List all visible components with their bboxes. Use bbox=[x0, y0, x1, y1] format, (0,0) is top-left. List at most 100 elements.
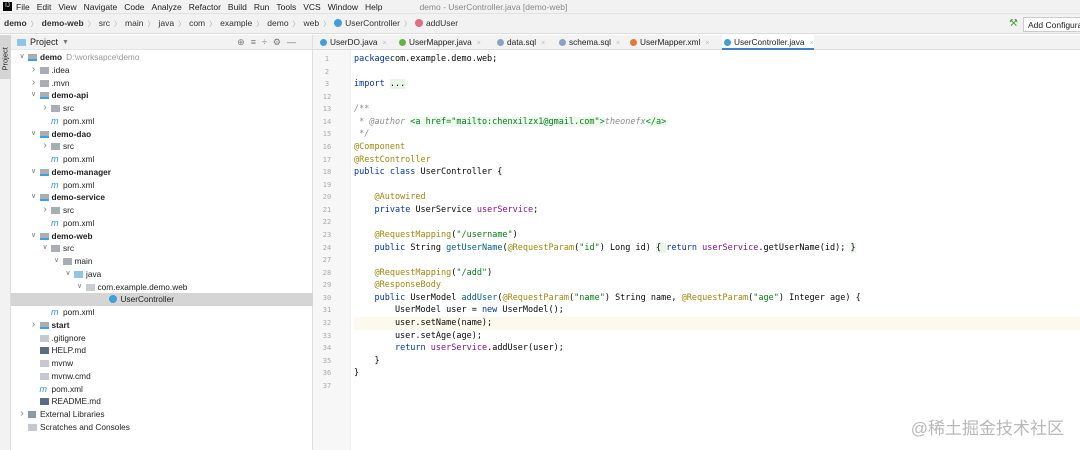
tab-usermapper-java[interactable]: UserMapper.java × bbox=[397, 35, 481, 50]
chevron-right-icon[interactable]: › bbox=[41, 204, 49, 217]
code-line[interactable]: } bbox=[354, 367, 1080, 380]
expand-all-icon[interactable]: ≡ bbox=[251, 37, 262, 47]
close-icon[interactable]: × bbox=[705, 40, 709, 47]
tree-item[interactable]: m pom.xml bbox=[11, 153, 313, 166]
tab-usermapper-xml[interactable]: UserMapper.xml × bbox=[628, 35, 710, 50]
tree-item[interactable]: HELP.md bbox=[11, 344, 313, 357]
chevron-down-icon[interactable]: ∨ bbox=[30, 89, 38, 102]
code-line[interactable]: public class UserController { bbox=[354, 166, 1080, 179]
menu-navigate[interactable]: Navigate bbox=[84, 2, 118, 12]
chevron-down-icon[interactable]: ∨ bbox=[64, 268, 72, 281]
project-tool-window-tab[interactable]: Project bbox=[0, 35, 11, 79]
code-line[interactable] bbox=[354, 380, 1080, 393]
code-line[interactable]: /** bbox=[354, 103, 1080, 116]
code-line[interactable]: public UserModel addUser(@RequestParam("… bbox=[354, 292, 1080, 305]
gear-icon[interactable]: ⚙ bbox=[273, 37, 287, 47]
tree-item[interactable]: › start bbox=[11, 319, 313, 332]
tab-data-sql[interactable]: data.sql × bbox=[495, 35, 545, 50]
tree-item[interactable]: UserController bbox=[11, 293, 313, 307]
tree-item[interactable]: › .mvn bbox=[11, 77, 313, 90]
tree-item[interactable]: › .idea bbox=[11, 64, 313, 77]
code-line[interactable]: import ... bbox=[354, 78, 1080, 91]
chevron-down-icon[interactable]: ∨ bbox=[18, 51, 26, 64]
code-line[interactable]: @RestController bbox=[354, 154, 1080, 167]
code-line[interactable]: public String getUserName(@RequestParam(… bbox=[354, 242, 1080, 255]
code-line[interactable]: @Component bbox=[354, 141, 1080, 154]
menu-vcs[interactable]: VCS bbox=[303, 2, 320, 12]
tree-item[interactable]: › src bbox=[11, 204, 313, 217]
tree-item[interactable]: › src bbox=[11, 140, 313, 153]
tree-item[interactable]: mvnw bbox=[11, 357, 313, 370]
project-view-dropdown[interactable]: Project bbox=[30, 37, 58, 47]
menu-help[interactable]: Help bbox=[365, 2, 382, 12]
add-configuration-button[interactable]: Add Configuration... bbox=[1023, 17, 1080, 32]
chevron-down-icon[interactable]: ∨ bbox=[30, 166, 38, 179]
code-line[interactable]: UserModel user = new UserModel(); bbox=[354, 304, 1080, 317]
tree-item[interactable]: README.md bbox=[11, 395, 313, 408]
code-line[interactable]: user.setName(name); bbox=[354, 316, 1080, 330]
collapse-all-icon[interactable]: ÷ bbox=[262, 37, 273, 47]
breadcrumb-item[interactable]: java bbox=[158, 18, 174, 28]
code-line[interactable]: return userService.addUser(user); bbox=[354, 342, 1080, 355]
tree-item[interactable]: m pom.xml bbox=[11, 115, 313, 128]
breadcrumb-item[interactable]: main bbox=[125, 18, 143, 28]
chevron-right-icon[interactable]: › bbox=[41, 102, 49, 115]
tree-item[interactable]: ∨ demo-service bbox=[11, 191, 313, 204]
breadcrumb-item[interactable]: example bbox=[220, 18, 252, 28]
menu-window[interactable]: Window bbox=[328, 2, 358, 12]
breadcrumb-item[interactable]: demo-web bbox=[42, 18, 84, 28]
tree-item[interactable]: Scratches and Consoles bbox=[11, 421, 313, 434]
menu-build[interactable]: Build bbox=[228, 2, 247, 12]
tab-usercontroller-java[interactable]: UserController.java × bbox=[722, 35, 814, 50]
chevron-down-icon[interactable]: ▼ bbox=[62, 39, 69, 46]
chevron-down-icon[interactable]: ∨ bbox=[76, 281, 84, 294]
minimize-icon[interactable]: — bbox=[287, 37, 302, 47]
menu-refactor[interactable]: Refactor bbox=[189, 2, 221, 12]
breadcrumb-item[interactable]: UserController bbox=[345, 18, 400, 28]
chevron-down-icon[interactable]: ∨ bbox=[30, 128, 38, 141]
code-line[interactable] bbox=[354, 179, 1080, 192]
tree-item[interactable]: › External Libraries bbox=[11, 408, 313, 421]
tree-item[interactable]: m pom.xml bbox=[11, 306, 313, 319]
code-line[interactable]: * @author <a href="mailto:chenxilzx1@gma… bbox=[354, 116, 1080, 129]
code-line[interactable]: @RequestMapping("/username") bbox=[354, 229, 1080, 242]
chevron-down-icon[interactable]: ∨ bbox=[53, 255, 61, 268]
chevron-right-icon[interactable]: › bbox=[30, 77, 38, 90]
chevron-down-icon[interactable]: ∨ bbox=[41, 242, 49, 255]
code-line[interactable]: @Autowired bbox=[354, 191, 1080, 204]
tree-item[interactable]: ∨ src bbox=[11, 242, 313, 255]
build-hammer-icon[interactable]: ⚒ bbox=[1009, 18, 1018, 29]
menu-edit[interactable]: Edit bbox=[37, 2, 52, 12]
tree-item[interactable]: ∨ demo-dao bbox=[11, 128, 313, 141]
menu-file[interactable]: File bbox=[16, 2, 30, 12]
code-line[interactable] bbox=[354, 254, 1080, 267]
tree-item[interactable]: ∨ demo-manager bbox=[11, 166, 313, 179]
tab-schema-sql[interactable]: schema.sql × bbox=[557, 35, 620, 50]
breadcrumb-item[interactable]: src bbox=[99, 18, 110, 28]
menu-view[interactable]: View bbox=[58, 2, 76, 12]
chevron-down-icon[interactable]: ∨ bbox=[30, 191, 38, 204]
chevron-right-icon[interactable]: › bbox=[30, 64, 38, 77]
close-icon[interactable]: × bbox=[477, 40, 481, 47]
menu-analyze[interactable]: Analyze bbox=[152, 2, 182, 12]
code-line[interactable]: */ bbox=[354, 128, 1080, 141]
code-line[interactable]: @ResponseBody bbox=[354, 279, 1080, 292]
tree-item[interactable]: ∨ demo-api bbox=[11, 89, 313, 102]
locate-icon[interactable]: ⊕ bbox=[237, 37, 251, 47]
tree-item[interactable]: ∨ main bbox=[11, 255, 313, 268]
tree-item[interactable]: .gitignore bbox=[11, 332, 313, 345]
tree-item[interactable]: mvnw.cmd bbox=[11, 370, 313, 383]
breadcrumb-item[interactable]: web bbox=[304, 18, 320, 28]
breadcrumb-item[interactable]: com bbox=[189, 18, 205, 28]
chevron-right-icon[interactable]: › bbox=[18, 408, 26, 421]
menu-tools[interactable]: Tools bbox=[276, 2, 296, 12]
menu-run[interactable]: Run bbox=[254, 2, 270, 12]
close-icon[interactable]: × bbox=[541, 40, 545, 47]
breadcrumb-item[interactable]: addUser bbox=[426, 18, 458, 28]
code-line[interactable]: @RequestMapping("/add") bbox=[354, 267, 1080, 280]
code-line[interactable]: user.setAge(age); bbox=[354, 330, 1080, 343]
tree-item[interactable]: m pom.xml bbox=[11, 383, 313, 396]
close-icon[interactable]: × bbox=[383, 40, 387, 47]
tree-item[interactable]: ∨ demo-web bbox=[11, 230, 313, 243]
breadcrumb-item[interactable]: demo bbox=[267, 18, 288, 28]
